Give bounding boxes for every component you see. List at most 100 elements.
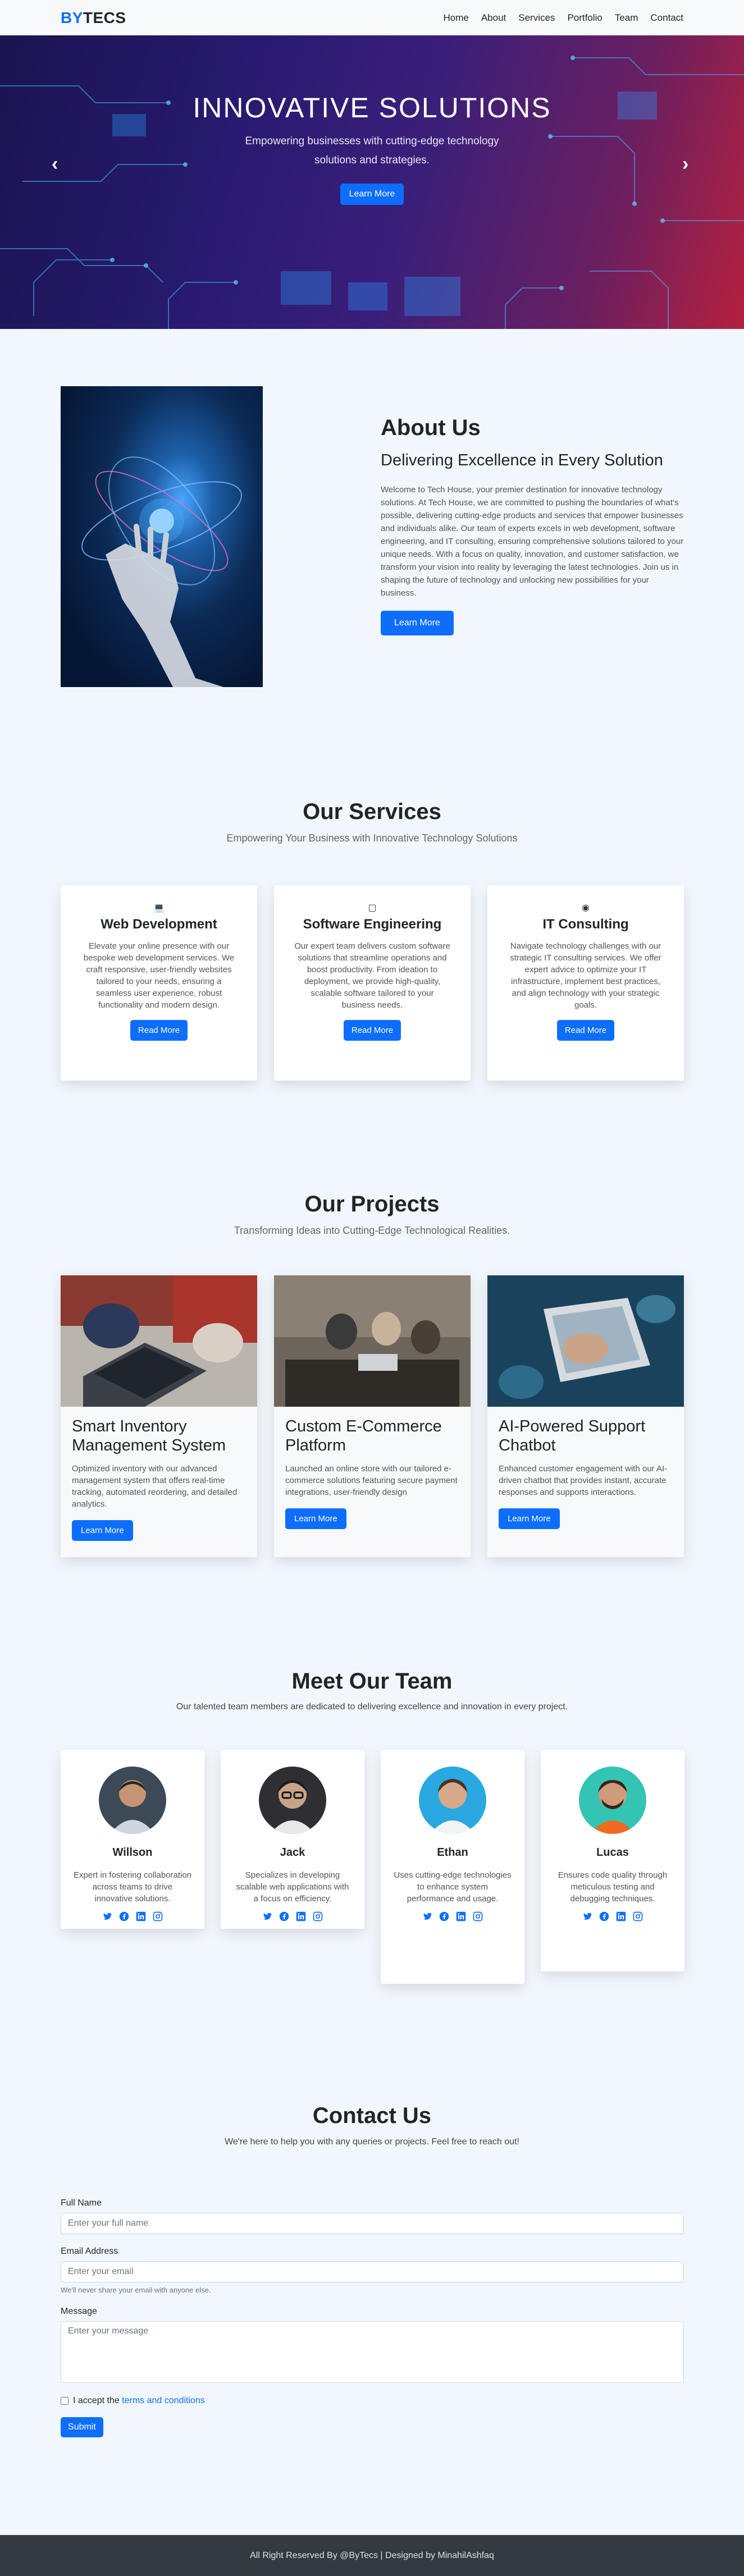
instagram-icon[interactable] — [472, 1911, 483, 1923]
team-card-ethan: Ethan Uses cutting-edge technologies to … — [381, 1750, 524, 1984]
nav-link-team[interactable]: Team — [615, 12, 638, 24]
nav-link-contact[interactable]: Contact — [650, 12, 683, 24]
facebook-icon[interactable] — [279, 1911, 290, 1923]
social-links — [393, 1911, 512, 1923]
twitter-icon[interactable] — [582, 1911, 593, 1923]
social-links — [233, 1911, 352, 1923]
contact-subtitle: We're here to help you with any queries … — [225, 2137, 519, 2147]
project-card-inventory: Smart Inventory Management System Optimi… — [61, 1275, 257, 1557]
team-member-bio: Specializes in developing scalable web a… — [236, 1870, 349, 1904]
service-text: Our expert team delivers custom software… — [294, 941, 450, 1010]
hero-caption: INNOVATIVE SOLUTIONS Empowering business… — [0, 91, 744, 205]
nav-link-services[interactable]: Services — [518, 12, 555, 24]
facebook-icon[interactable] — [439, 1911, 450, 1923]
avatar — [99, 1767, 166, 1834]
brand-logo[interactable]: BYTECS — [61, 9, 126, 27]
team-card-willson: Willson Expert in fostering collaboratio… — [61, 1750, 204, 1929]
twitter-icon[interactable] — [102, 1911, 113, 1923]
read-more-button[interactable]: Read More — [343, 1020, 401, 1041]
linkedin-icon[interactable] — [615, 1911, 627, 1923]
project-text: Optimized inventory with our advanced ma… — [72, 1464, 238, 1509]
email-label: Email Address — [61, 2246, 118, 2256]
radio-target-icon: ◉ — [582, 903, 590, 913]
service-card-software-engineering: ▢ Software Engineering Our expert team d… — [274, 885, 471, 1081]
nav-link-portfolio[interactable]: Portfolio — [567, 12, 602, 24]
project-text: Launched an online store with our tailor… — [285, 1464, 458, 1497]
instagram-icon[interactable] — [152, 1911, 163, 1923]
contact-title: Contact Us — [312, 2103, 432, 2128]
team-member-name: Jack — [280, 1846, 305, 1859]
read-more-button[interactable]: Read More — [130, 1020, 188, 1041]
read-more-button[interactable]: Read More — [556, 1020, 615, 1041]
project-card-chatbot: AI-Powered Support Chatbot Enhanced cust… — [487, 1275, 684, 1557]
service-card-web-development: 💻 Web Development Elevate your online pr… — [61, 885, 257, 1081]
footer: All Right Reserved By @ByTecs | Designed… — [0, 2535, 744, 2576]
avatar — [419, 1767, 486, 1834]
team-member-bio: Ensures code quality through meticulous … — [558, 1870, 668, 1904]
service-title: Web Development — [101, 917, 217, 932]
about-robot-hand-image — [61, 386, 263, 687]
service-text: Elevate your online presence with our be… — [83, 941, 235, 1010]
nav-link-home[interactable]: Home — [443, 12, 468, 24]
project-learn-more-button[interactable]: Learn More — [499, 1508, 560, 1529]
nav-link-about[interactable]: About — [481, 12, 506, 24]
instagram-icon[interactable] — [312, 1911, 323, 1923]
team-member-name: Ethan — [437, 1846, 468, 1859]
project-learn-more-button[interactable]: Learn More — [285, 1508, 346, 1529]
submit-button[interactable]: Submit — [61, 2417, 103, 2437]
project-image-office-meeting — [274, 1275, 471, 1407]
hero-learn-more-button[interactable]: Learn More — [340, 184, 404, 205]
hero-title: INNOVATIVE SOLUTIONS — [193, 92, 551, 123]
services-subtitle: Empowering Your Business with Innovative… — [226, 832, 518, 844]
about-body: Welcome to Tech House, your premier dest… — [381, 485, 684, 598]
services-title: Our Services — [303, 799, 441, 824]
team-member-name: Lucas — [596, 1846, 629, 1859]
about-title: About Us — [381, 415, 481, 440]
twitter-icon[interactable] — [262, 1911, 273, 1923]
full-name-input[interactable] — [61, 2213, 684, 2234]
avatar — [259, 1767, 326, 1834]
project-card-ecommerce: Custom E-Commerce Platform Launched an o… — [274, 1275, 471, 1557]
team-title: Meet Our Team — [291, 1669, 453, 1694]
twitter-icon[interactable] — [422, 1911, 433, 1923]
linkedin-icon[interactable] — [135, 1911, 147, 1923]
message-textarea[interactable] — [61, 2321, 684, 2383]
social-links — [73, 1911, 192, 1923]
about-learn-more-button[interactable]: Learn More — [381, 611, 454, 635]
team-member-bio: Expert in fostering collaboration across… — [73, 1870, 192, 1904]
service-title: IT Consulting — [542, 917, 629, 932]
service-text: Navigate technology challenges with our … — [510, 941, 661, 1010]
nav-links: Home About Services Portfolio Team Conta… — [443, 12, 683, 24]
projects-subtitle: Transforming Ideas into Cutting-Edge Tec… — [234, 1225, 510, 1236]
team-member-name: Willson — [112, 1846, 153, 1859]
full-name-label: Full Name — [61, 2198, 102, 2208]
terms-link[interactable]: terms and conditions — [122, 2396, 205, 2405]
linkedin-icon[interactable] — [455, 1911, 467, 1923]
terms-prefix: I accept the — [73, 2396, 122, 2405]
email-input[interactable] — [61, 2261, 684, 2282]
brand-part-tecs: TECS — [83, 8, 126, 26]
facebook-icon[interactable] — [599, 1911, 610, 1923]
project-image-hands-desk — [487, 1275, 684, 1407]
project-title: Smart Inventory Management System — [72, 1417, 226, 1454]
brand-part-by: BY — [61, 8, 83, 26]
social-links — [553, 1911, 672, 1923]
project-title: Custom E-Commerce Platform — [285, 1417, 442, 1454]
email-hint: We'll never share your email with anyone… — [61, 2286, 211, 2294]
facebook-icon[interactable] — [118, 1911, 130, 1923]
team-subtitle: Our talented team members are dedicated … — [176, 1702, 568, 1712]
project-title: AI-Powered Support Chatbot — [499, 1417, 646, 1454]
code-window-icon: ▢ — [368, 903, 377, 913]
terms-checkbox[interactable] — [61, 2397, 69, 2405]
about-subtitle: Delivering Excellence in Every Solution — [381, 451, 663, 469]
instagram-icon[interactable] — [632, 1911, 643, 1923]
about-content: About Us Delivering Excellence in Every … — [381, 415, 684, 635]
project-learn-more-button[interactable]: Learn More — [72, 1520, 133, 1541]
team-member-bio: Uses cutting-edge technologies to enhanc… — [394, 1870, 512, 1904]
project-text: Enhanced customer engagement with our AI… — [499, 1464, 668, 1497]
hero-subtitle: Empowering businesses with cutting-edge … — [245, 135, 499, 166]
laptop-icon: 💻 — [153, 903, 165, 913]
linkedin-icon[interactable] — [295, 1911, 307, 1923]
hero-carousel: ‹ › INNOVATIVE SOLUTIONS Empowering busi… — [0, 35, 744, 329]
team-card-lucas: Lucas Ensures code quality through metic… — [541, 1750, 684, 1971]
